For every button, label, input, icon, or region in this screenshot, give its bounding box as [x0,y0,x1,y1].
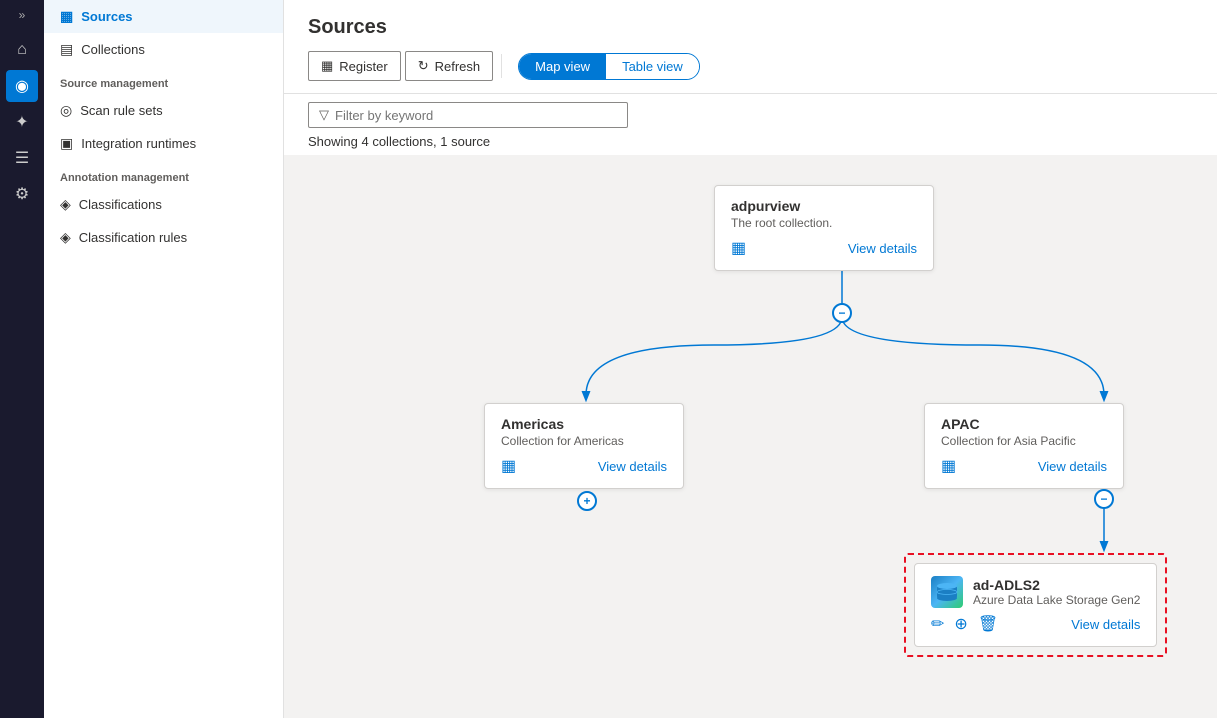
source-node-container: ad-ADLS2 Azure Data Lake Storage Gen2 ✏ … [904,553,1167,657]
table-view-button[interactable]: Table view [606,54,699,79]
source-storage-icon [931,576,963,608]
annotation-management-label: Annotation management [44,160,283,188]
source-scan-icon[interactable]: ⊕ [954,614,967,634]
main-content: Sources ▦ Register ↻ Refresh Map view Ta… [284,0,1217,718]
sources-icon: ▦ [60,8,73,25]
classifications-icon: ◈ [60,196,71,213]
sidebar-item-classifications[interactable]: ◈ Classifications [44,188,283,221]
refresh-icon: ↻ [418,58,429,74]
page-title: Sources [308,16,1193,39]
apac-node-title: APAC [941,416,1107,432]
expand-icon[interactable]: » [19,8,26,22]
americas-node-footer: ▦ View details [501,456,667,476]
register-button[interactable]: ▦ Register [308,51,401,81]
source-name: ad-ADLS2 [973,577,1140,593]
map-view-button[interactable]: Map view [519,54,606,79]
icon-strip: » ⌂ ◉ ✦ ☰ ⚙ [0,0,44,718]
register-icon: ▦ [321,58,333,74]
root-collapse-btn[interactable]: − [832,303,852,323]
root-grid-icon: ▦ [731,238,746,258]
map-area[interactable]: adpurview The root collection. ▦ View de… [284,155,1217,718]
main-header: Sources ▦ Register ↻ Refresh Map view Ta… [284,0,1217,94]
refresh-button[interactable]: ↻ Refresh [405,51,493,81]
apac-node-subtitle: Collection for Asia Pacific [941,434,1107,448]
sidebar-item-collections[interactable]: ▤ Collections [44,33,283,66]
home-icon[interactable]: ⌂ [6,34,38,66]
filter-icon: ▽ [319,107,329,123]
filter-input[interactable] [335,108,617,123]
sidebar-item-integration-runtimes[interactable]: ▣ Integration runtimes [44,127,283,160]
insights-icon[interactable]: ✦ [6,106,38,138]
root-node-footer: ▦ View details [731,238,917,258]
americas-node: Americas Collection for Americas ▦ View … [484,403,684,489]
tools-icon[interactable]: ⚙ [6,178,38,210]
apac-grid-icon: ▦ [941,456,956,476]
apac-node: APAC Collection for Asia Pacific ▦ View … [924,403,1124,489]
source-view-details-link[interactable]: View details [1071,617,1140,632]
sidebar-item-sources[interactable]: ▦ Sources [44,0,283,33]
catalog-icon[interactable]: ◉ [6,70,38,102]
source-header: ad-ADLS2 Azure Data Lake Storage Gen2 [931,576,1140,608]
root-node-title: adpurview [731,198,917,214]
showing-text: Showing 4 collections, 1 source [284,128,1217,155]
sidebar: ▦ Sources ▤ Collections Source managemen… [44,0,284,718]
scan-rule-icon: ◎ [60,102,72,119]
apac-view-details-link[interactable]: View details [1038,459,1107,474]
apac-collapse-btn[interactable]: − [1094,489,1114,509]
source-edit-icon[interactable]: ✏ [931,614,944,634]
view-toggle: Map view Table view [518,53,700,80]
americas-node-title: Americas [501,416,667,432]
source-footer: ✏ ⊕ 🗑 View details [931,614,1140,634]
americas-grid-icon: ▦ [501,456,516,476]
filter-bar: ▽ [284,94,1217,128]
classification-rules-icon: ◈ [60,229,71,246]
root-view-details-link[interactable]: View details [848,241,917,256]
americas-expand-btn[interactable]: + [577,491,597,511]
toolbar: ▦ Register ↻ Refresh Map view Table view [308,51,1193,81]
source-management-label: Source management [44,66,283,94]
integration-icon: ▣ [60,135,73,152]
americas-view-details-link[interactable]: View details [598,459,667,474]
collections-icon: ▤ [60,41,73,58]
manage-icon[interactable]: ☰ [6,142,38,174]
source-card: ad-ADLS2 Azure Data Lake Storage Gen2 ✏ … [914,563,1157,647]
americas-node-subtitle: Collection for Americas [501,434,667,448]
source-delete-icon[interactable]: 🗑 [978,614,998,634]
sidebar-item-scan-rule-sets[interactable]: ◎ Scan rule sets [44,94,283,127]
root-node: adpurview The root collection. ▦ View de… [714,185,934,271]
source-type: Azure Data Lake Storage Gen2 [973,593,1140,607]
sidebar-item-classification-rules[interactable]: ◈ Classification rules [44,221,283,254]
root-node-subtitle: The root collection. [731,216,917,230]
toolbar-divider [501,54,502,78]
apac-node-footer: ▦ View details [941,456,1107,476]
filter-input-wrap[interactable]: ▽ [308,102,628,128]
